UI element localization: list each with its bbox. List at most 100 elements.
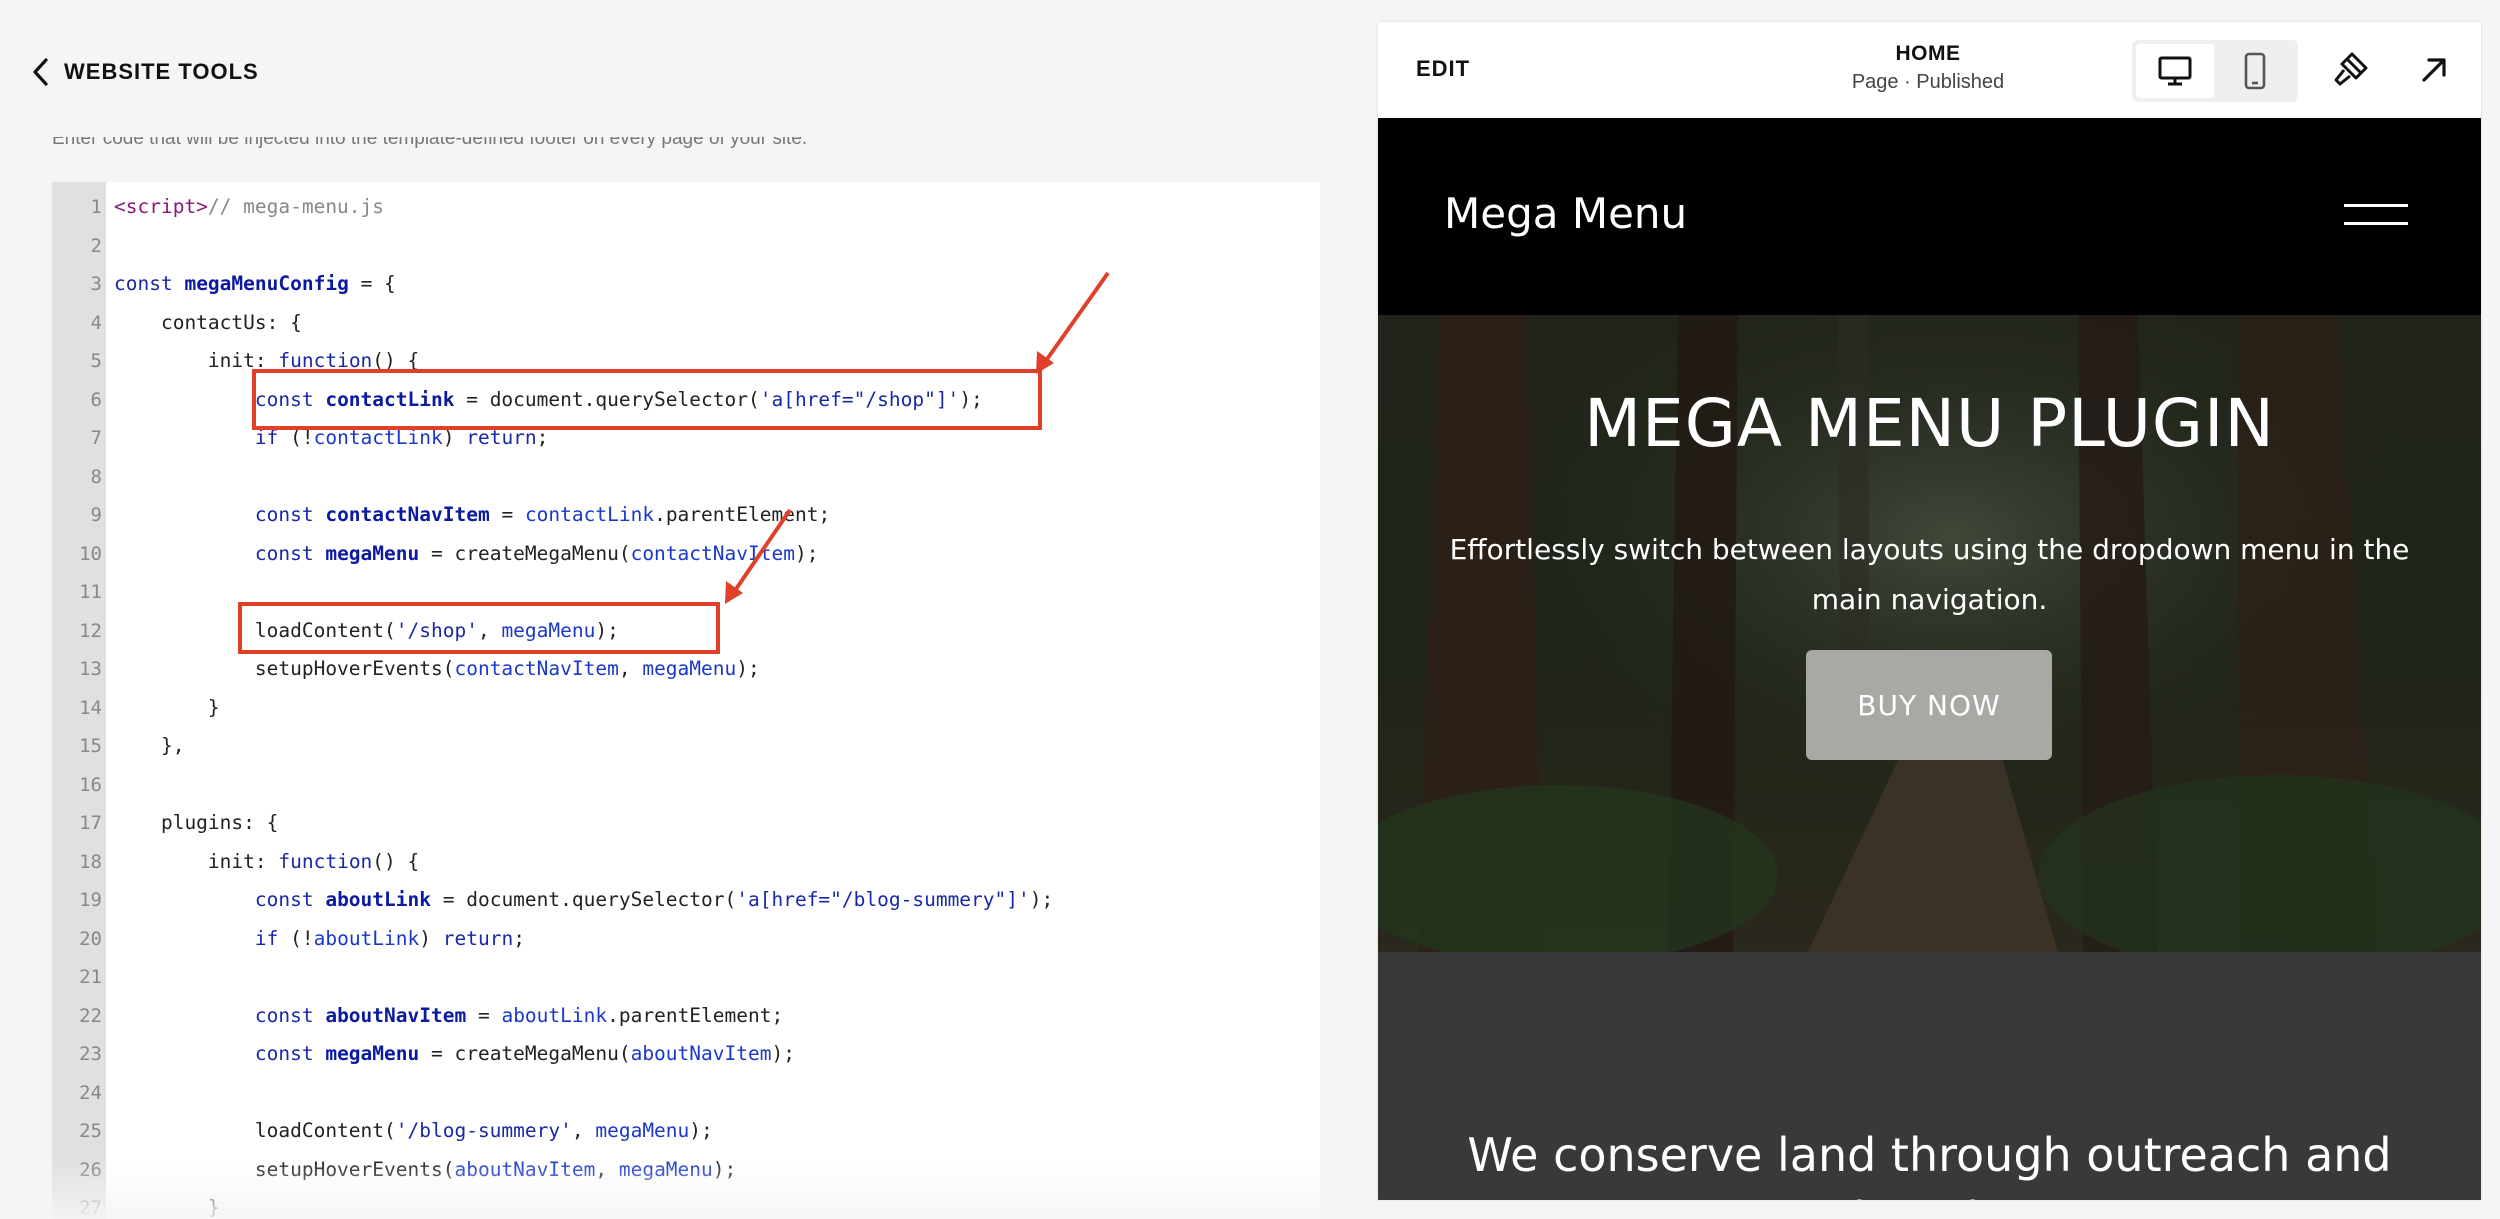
code-line[interactable]: 7 if (!contactLink) return; bbox=[52, 419, 1320, 458]
page-name: HOME bbox=[1895, 42, 1961, 65]
edit-button[interactable]: EDIT bbox=[1416, 56, 1470, 82]
code-line[interactable]: 4 contactUs: { bbox=[52, 304, 1320, 343]
code-token: ); bbox=[595, 618, 619, 642]
line-number: 18 bbox=[79, 850, 102, 873]
code-token: ); bbox=[1029, 888, 1054, 911]
code-line[interactable]: 17 plugins: { bbox=[52, 804, 1320, 843]
desktop-view-button[interactable] bbox=[2136, 44, 2214, 98]
code-line[interactable]: 5 init: function() { bbox=[52, 342, 1320, 381]
code-text: if (!contactLink) return; bbox=[114, 419, 549, 458]
code-token: , bbox=[595, 1157, 619, 1181]
paintbrush-icon bbox=[2334, 52, 2368, 86]
code-token: = bbox=[489, 503, 525, 526]
code-token: 'a[href="/shop"]' bbox=[759, 387, 960, 411]
line-number: 16 bbox=[79, 773, 102, 796]
code-token: megaMenu bbox=[501, 618, 596, 642]
code-line[interactable]: 19 const aboutLink = document.querySelec… bbox=[52, 881, 1320, 920]
code-line[interactable]: 26 setupHoverEvents(aboutNavItem, megaMe… bbox=[52, 1151, 1320, 1190]
section-heading-continued: education. bbox=[1378, 1192, 2481, 1200]
code-token: aboutLink bbox=[325, 888, 431, 911]
code-line[interactable]: 3 const megaMenuConfig = { bbox=[52, 265, 1320, 304]
code-token: 'a[href="/blog-summery"]' bbox=[736, 888, 1030, 911]
code-token: setupHoverEvents( bbox=[114, 657, 455, 680]
code-token: megaMenu bbox=[618, 1157, 713, 1181]
code-line[interactable]: 1 <script>// mega-menu.js bbox=[52, 188, 1320, 227]
code-token: ); bbox=[771, 1042, 795, 1065]
code-text: contactUs: { bbox=[114, 304, 302, 343]
code-line[interactable]: 14 } bbox=[52, 689, 1320, 728]
code-token: const bbox=[114, 1042, 326, 1065]
footer-injection-description: Enter code that will be injected into th… bbox=[52, 128, 808, 149]
code-token: }, bbox=[114, 734, 185, 757]
line-number: 1 bbox=[90, 196, 102, 218]
line-number: 10 bbox=[79, 542, 102, 565]
arrow-up-right-icon bbox=[2422, 58, 2446, 82]
code-text: const aboutLink = document.querySelector… bbox=[114, 881, 1053, 920]
site-header: Mega Menu bbox=[1378, 118, 2481, 315]
code-text: plugins: { bbox=[114, 804, 278, 843]
code-line[interactable]: 6 const contactLink = document.querySele… bbox=[52, 381, 1320, 420]
code-line[interactable]: 27 } bbox=[52, 1189, 1320, 1219]
code-token: loadContent( bbox=[114, 1119, 396, 1142]
code-token: = createMegaMenu( bbox=[419, 541, 631, 565]
code-token: ); bbox=[959, 387, 983, 411]
code-line[interactable]: 8 bbox=[52, 458, 1320, 497]
code-line[interactable]: 10 const megaMenu = createMegaMenu(conta… bbox=[52, 535, 1320, 574]
code-text: } bbox=[114, 689, 220, 728]
code-line[interactable]: 22 const aboutNavItem = aboutLink.parent… bbox=[52, 997, 1320, 1036]
code-line[interactable]: 13 setupHoverEvents(contactNavItem, mega… bbox=[52, 650, 1320, 689]
code-token: return bbox=[466, 426, 537, 449]
line-number: 4 bbox=[90, 311, 102, 334]
code-token: (! bbox=[290, 426, 314, 449]
code-token: = { bbox=[348, 272, 396, 295]
code-text: setupHoverEvents(contactNavItem, megaMen… bbox=[114, 650, 760, 689]
code-line[interactable]: 12 loadContent('/shop', megaMenu); bbox=[52, 612, 1320, 651]
code-token: megaMenuConfig bbox=[184, 272, 349, 295]
code-token: = document.querySelector( bbox=[431, 888, 737, 911]
back-to-website-tools-link[interactable]: WEBSITE TOOLS bbox=[30, 52, 259, 92]
site-styles-button[interactable] bbox=[2328, 48, 2372, 92]
open-site-button[interactable] bbox=[2412, 48, 2456, 92]
code-line[interactable]: 9 const contactNavItem = contactLink.par… bbox=[52, 496, 1320, 535]
code-text: const aboutNavItem = aboutLink.parentEle… bbox=[114, 997, 783, 1036]
code-token: setupHoverEvents( bbox=[114, 1157, 455, 1181]
code-line[interactable]: 16 bbox=[52, 766, 1320, 805]
code-line[interactable]: 25 loadContent('/blog-summery', megaMenu… bbox=[52, 1112, 1320, 1151]
hamburger-menu-icon[interactable] bbox=[2344, 200, 2408, 230]
line-number: 9 bbox=[90, 504, 102, 526]
code-line[interactable]: 18 init: function() { bbox=[52, 843, 1320, 882]
hero-title: MEGA MENU PLUGIN bbox=[1584, 385, 2275, 462]
code-token: .parentElement; bbox=[607, 1003, 784, 1027]
line-number: 12 bbox=[79, 619, 102, 642]
code-token: ); bbox=[794, 541, 819, 565]
code-line[interactable]: 24 bbox=[52, 1074, 1320, 1113]
code-token: if bbox=[114, 926, 291, 950]
code-text: }, bbox=[114, 727, 185, 766]
code-line[interactable]: 23 const megaMenu = createMegaMenu(about… bbox=[52, 1035, 1320, 1074]
code-token: if bbox=[114, 426, 291, 449]
section-heading: We conserve land through outreach and bbox=[1467, 1128, 2392, 1182]
line-number: 21 bbox=[79, 966, 102, 988]
code-line[interactable]: 15 }, bbox=[52, 727, 1320, 766]
code-text: loadContent('/blog-summery', megaMenu); bbox=[114, 1112, 713, 1151]
code-text: init: function() { bbox=[114, 843, 419, 882]
site-logo[interactable]: Mega Menu bbox=[1444, 189, 1687, 238]
mobile-view-button[interactable] bbox=[2216, 44, 2294, 98]
code-line[interactable]: 11 bbox=[52, 573, 1320, 612]
code-token: ; bbox=[513, 926, 525, 950]
line-number: 26 bbox=[79, 1158, 102, 1181]
code-token: ); bbox=[736, 657, 760, 680]
buy-now-button[interactable]: BUY NOW bbox=[1806, 650, 2052, 760]
code-token: ) bbox=[442, 426, 467, 449]
code-token: const bbox=[114, 1003, 326, 1027]
code-line[interactable]: 20 if (!aboutLink) return; bbox=[52, 920, 1320, 959]
code-line[interactable]: 21 bbox=[52, 958, 1320, 997]
code-token: } bbox=[114, 1196, 220, 1219]
line-number: 5 bbox=[90, 350, 102, 372]
code-token: init: bbox=[114, 849, 279, 873]
code-editor[interactable]: 1 <script>// mega-menu.js 2 3 const megaMenu… bbox=[52, 182, 1320, 1219]
line-number: 2 bbox=[90, 234, 102, 257]
code-token: function bbox=[278, 849, 373, 873]
code-line[interactable]: 2 bbox=[52, 227, 1320, 266]
code-token: '/blog-summery' bbox=[395, 1119, 572, 1142]
